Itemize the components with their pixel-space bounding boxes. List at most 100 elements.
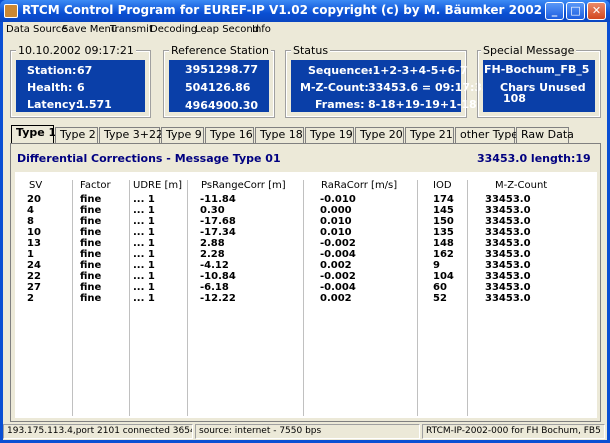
header-iod: IOD: [433, 180, 452, 191]
table-cell: -0.002: [320, 238, 356, 249]
health-label: Health:: [27, 81, 73, 94]
tab-type-21[interactable]: Type 21: [405, 127, 454, 143]
table-cell: 8: [27, 216, 34, 227]
tab-type-1[interactable]: Type 1: [11, 125, 56, 144]
tab-type-19[interactable]: Type 19: [305, 127, 354, 143]
table-cell: ... 1: [133, 282, 155, 293]
table-cell: 174: [433, 194, 454, 205]
table-cell: fine: [80, 249, 102, 260]
tab-type-3-22[interactable]: Type 3+22: [99, 127, 163, 143]
mz-count-label: M-Z-Count:: [300, 81, 369, 94]
tab-type-16[interactable]: Type 16: [205, 127, 254, 143]
client-area: Data Source Save Menu Transmit Decoding …: [3, 22, 607, 440]
health-value: 6: [77, 81, 85, 94]
table-cell: 0.000: [320, 205, 352, 216]
table-cell: ... 1: [133, 293, 155, 304]
menu-info[interactable]: Info: [252, 24, 271, 35]
minimize-button[interactable]: _: [545, 2, 564, 20]
table-cell: 0.002: [320, 293, 352, 304]
table-cell: fine: [80, 194, 102, 205]
reference-y: 504126.86: [185, 81, 251, 94]
table-cell: fine: [80, 260, 102, 271]
reference-station-legend: Reference Station: [169, 44, 271, 57]
special-message-display: FH-Bochum_FB_5 Chars Unused 108: [483, 60, 595, 112]
tab-type-2[interactable]: Type 2: [55, 127, 98, 143]
table-cell: 20: [27, 194, 41, 205]
station-label: Station:: [27, 64, 77, 77]
special-station-name: FH-Bochum_FB_5: [484, 63, 590, 76]
tab-type-20[interactable]: Type 20: [355, 127, 404, 143]
menu-transmit[interactable]: Transmit: [110, 24, 153, 35]
header-udre: UDRE [m]: [133, 180, 183, 191]
table-cell: 2: [27, 293, 34, 304]
window-title: RTCM Control Program for EUREF-IP V1.02 …: [22, 3, 543, 17]
table-cell: 33453.0: [485, 216, 531, 227]
title-bar[interactable]: RTCM Control Program for EUREF-IP V1.02 …: [0, 0, 610, 22]
table-cell: 22: [27, 271, 41, 282]
table-cell: fine: [80, 238, 102, 249]
main-window: RTCM Control Program for EUREF-IP V1.02 …: [0, 0, 610, 443]
table-cell: 33453.0: [485, 271, 531, 282]
table-cell: 33453.0: [485, 249, 531, 260]
table-cell: fine: [80, 205, 102, 216]
table-cell: ... 1: [133, 205, 155, 216]
column-separator: [129, 180, 130, 416]
table-cell: -12.22: [200, 293, 236, 304]
app-icon: [4, 4, 18, 18]
header-psrangecorr: PsRangeCorr [m]: [201, 180, 286, 191]
special-message-panel: Special Message FH-Bochum_FB_5 Chars Unu…: [477, 44, 601, 118]
latency-label: Latency:: [27, 98, 81, 111]
table-cell: 33453.0: [485, 194, 531, 205]
source-status: source: internet - 7550 bps: [195, 424, 420, 439]
latency-value: 1.571: [77, 98, 112, 111]
message-title: Differential Corrections - Message Type …: [17, 152, 281, 165]
table-cell: 1: [27, 249, 34, 260]
corrections-table: SV Factor UDRE [m] PsRangeCorr [m] RaRaC…: [15, 172, 597, 418]
table-cell: 33453.0: [485, 282, 531, 293]
table-cell: 4: [27, 205, 34, 216]
table-cell: -0.010: [320, 194, 356, 205]
chars-unused-value: 108: [503, 92, 526, 105]
table-cell: fine: [80, 282, 102, 293]
menu-leap-second[interactable]: Leap Second: [195, 24, 259, 35]
tab-type-18[interactable]: Type 18: [255, 127, 304, 143]
status-panel: Status Sequence: -1+2-3+4-5+6-7 M-Z-Coun…: [285, 44, 490, 118]
menu-bar: Data Source Save Menu Transmit Decoding …: [3, 22, 607, 40]
menu-save-menu[interactable]: Save Menu: [62, 24, 117, 35]
reference-station-panel: Reference Station 3951298.77 504126.86 4…: [163, 44, 275, 118]
maximize-button[interactable]: □: [566, 2, 585, 20]
tab-other-type[interactable]: other Type: [455, 127, 518, 143]
sequence-label: Sequence:: [308, 64, 373, 77]
status-display: Sequence: -1+2-3+4-5+6-7 M-Z-Count: 3345…: [291, 60, 490, 112]
table-cell: -17.68: [200, 216, 236, 227]
table-cell: 60: [433, 282, 447, 293]
column-separator: [467, 180, 468, 416]
table-cell: 13: [27, 238, 41, 249]
table-cell: fine: [80, 293, 102, 304]
tab-raw-data[interactable]: Raw Data: [516, 127, 574, 143]
table-cell: 0.002: [320, 260, 352, 271]
reference-x: 3951298.77: [185, 63, 259, 76]
frames-label: Frames:: [315, 98, 365, 111]
table-cell: 33453.0: [485, 238, 531, 249]
frames-value: 8-18+19-19+1-18: [368, 98, 477, 111]
reference-z: 4964900.30: [185, 99, 259, 112]
table-cell: 150: [433, 216, 454, 227]
table-cell: -6.18: [200, 282, 229, 293]
menu-decoding[interactable]: Decoding: [150, 24, 197, 35]
type1-panel: Differential Corrections - Message Type …: [10, 143, 601, 422]
table-cell: 9: [433, 260, 440, 271]
message-info: 33453.0 length:19: [477, 152, 591, 165]
connection-status: 193.175.113.4,port 2101 connected 3654: [3, 424, 193, 439]
table-cell: -11.84: [200, 194, 236, 205]
table-cell: ... 1: [133, 271, 155, 282]
program-info: RTCM-IP-2002-000 for FH Bochum, FB5: [422, 424, 605, 439]
table-cell: -4.12: [200, 260, 229, 271]
table-cell: 33453.0: [485, 205, 531, 216]
close-button[interactable]: ✕: [587, 2, 606, 20]
menu-data-source[interactable]: Data Source: [6, 24, 67, 35]
table-cell: -0.002: [320, 271, 356, 282]
table-cell: 33453.0: [485, 293, 531, 304]
tab-type-9[interactable]: Type 9: [161, 127, 204, 143]
table-cell: 10: [27, 227, 41, 238]
